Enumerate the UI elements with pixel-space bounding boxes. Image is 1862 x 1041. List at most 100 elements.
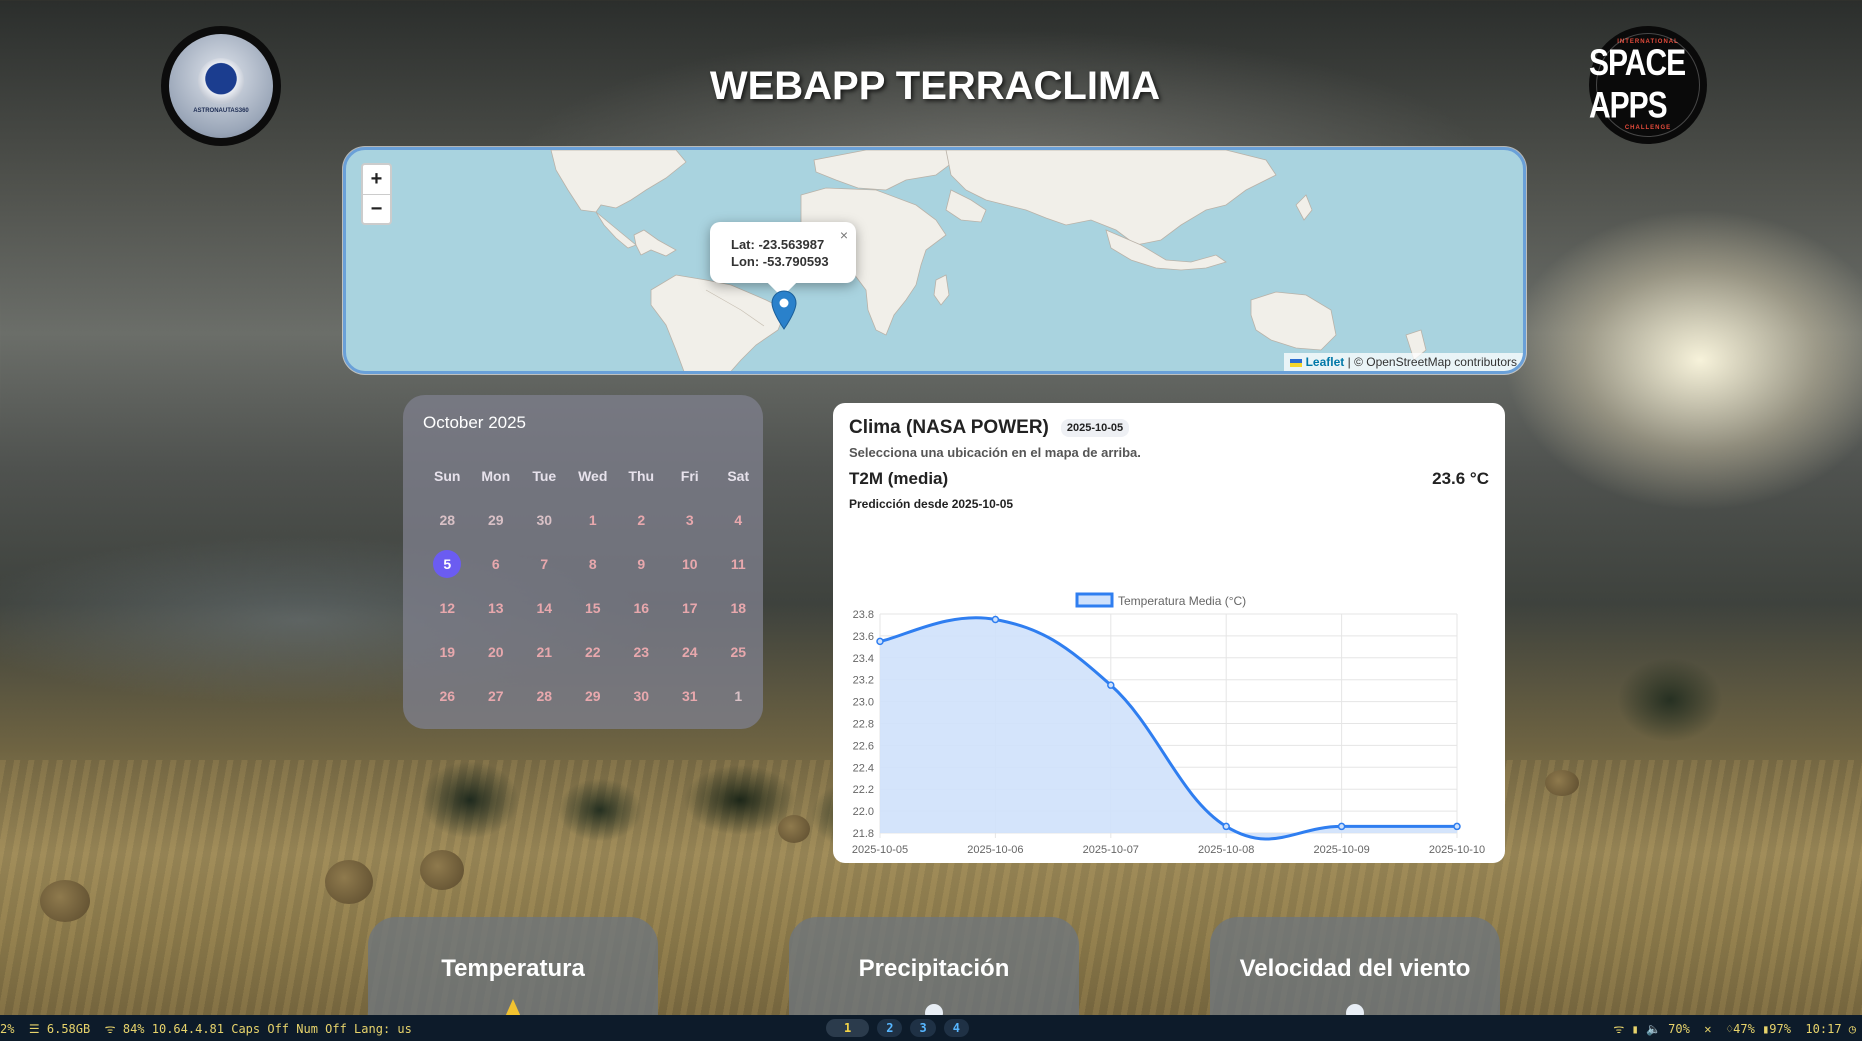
calendar-day-number: 1 <box>588 512 597 528</box>
calendar-day-number: 6 <box>491 556 500 572</box>
calendar-day-number: 30 <box>633 688 650 704</box>
y-tick-label: 22.4 <box>853 762 874 774</box>
calendar-day-number: 20 <box>487 644 504 660</box>
calendar-day[interactable]: 14 <box>520 598 569 642</box>
calendar-day-number: 17 <box>681 600 698 616</box>
calendar-day-number: 23 <box>633 644 650 660</box>
calendar-day-number: 31 <box>681 688 698 704</box>
data-point <box>1222 822 1230 831</box>
calendar-day-number: 27 <box>487 688 504 704</box>
calendar-grid: Sun Mon Tue Wed Thu Fri Sat 28 29 30 1 2 3 4 5 6 7 8 9 10 11… <box>423 466 749 730</box>
calendar-weekday: Mon <box>481 468 511 484</box>
calendar-day-number: 12 <box>439 600 456 616</box>
osm-attribution[interactable]: | © OpenStreetMap contributors <box>1344 355 1517 369</box>
calendar-day[interactable]: 3 <box>666 510 715 554</box>
zoom-in-button[interactable]: + <box>363 165 390 194</box>
calendar-day[interactable]: 15 <box>569 598 618 642</box>
calendar-day[interactable]: 29 <box>569 686 618 730</box>
calendar-day[interactable]: 8 <box>569 554 618 598</box>
data-point <box>1453 822 1461 831</box>
calendar-day-number: 10 <box>681 556 698 572</box>
calendar-day[interactable]: 18 <box>714 598 763 642</box>
calendar-day-number: 8 <box>588 556 597 572</box>
workspace-2[interactable]: 2 <box>877 1019 903 1037</box>
climate-hint: Selecciona una ubicación en el mapa de a… <box>849 445 1141 460</box>
calendar-day[interactable]: 13 <box>472 598 521 642</box>
calendar-day[interactable]: 17 <box>666 598 715 642</box>
calendar-day-number: 3 <box>685 512 694 528</box>
zoom-out-button[interactable]: − <box>363 194 390 223</box>
calendar-day-number: 26 <box>439 688 456 704</box>
calendar-day[interactable]: 25 <box>714 642 763 686</box>
x-tick-label: 2025-10-06 <box>967 844 1023 856</box>
calendar-day[interactable]: 6 <box>472 554 521 598</box>
calendar-day-selected[interactable]: 5 <box>423 550 472 598</box>
data-point <box>876 637 884 646</box>
calendar-day-number: 29 <box>584 688 601 704</box>
calendar-day[interactable]: 27 <box>472 686 521 730</box>
world-map[interactable]: + − × Lat: -23.563987 Lon: -53.790593 Le… <box>343 147 1526 374</box>
calendar-day[interactable]: 28 <box>520 686 569 730</box>
calendar-day[interactable]: 30 <box>617 686 666 730</box>
calendar-day[interactable]: 4 <box>714 510 763 554</box>
calendar-day-number: 29 <box>487 512 504 528</box>
popup-lon: Lon: -53.790593 <box>731 254 829 269</box>
background-bale <box>40 880 90 922</box>
calendar-day[interactable]: 29 <box>472 510 521 554</box>
calendar-day[interactable]: 20 <box>472 642 521 686</box>
map-attribution: Leaflet | © OpenStreetMap contributors <box>1284 353 1523 371</box>
calendar-day[interactable]: 31 <box>666 686 715 730</box>
calendar-day[interactable]: 28 <box>423 510 472 554</box>
calendar-day-number: 9 <box>637 556 646 572</box>
calendar-day-number: 5 <box>433 550 462 578</box>
calendar-day[interactable]: 23 <box>617 642 666 686</box>
zoom-control: + − <box>361 163 392 225</box>
leaflet-link[interactable]: Leaflet <box>1306 355 1345 369</box>
calendar-day[interactable]: 12 <box>423 598 472 642</box>
background-tree <box>1590 640 1750 770</box>
series-area <box>880 617 1457 839</box>
x-tick-label: 2025-10-10 <box>1429 844 1485 856</box>
background-bale <box>778 815 810 843</box>
calendar-day[interactable]: 26 <box>423 686 472 730</box>
y-tick-label: 23.2 <box>853 675 874 687</box>
calendar-day[interactable]: 7 <box>520 554 569 598</box>
legend-label: Temperatura Media (°C) <box>1118 594 1246 608</box>
calendar-day[interactable]: 1 <box>714 686 763 730</box>
calendar-day[interactable]: 10 <box>666 554 715 598</box>
taskbar-status-left: 2% ☰ 6.58GB ᯤ 84% 10.64.4.81 Caps Off Nu… <box>0 1021 412 1036</box>
x-tick-label: 2025-10-07 <box>1083 844 1139 856</box>
calendar-day[interactable]: 9 <box>617 554 666 598</box>
calendar-day[interactable]: 11 <box>714 554 763 598</box>
calendar-day[interactable]: 16 <box>617 598 666 642</box>
calendar-day-number: 22 <box>584 644 601 660</box>
y-tick-label: 22.0 <box>853 806 874 818</box>
climate-panel: Clima (NASA POWER) 2025-10-05 Selecciona… <box>833 403 1505 863</box>
calendar-day[interactable]: 21 <box>520 642 569 686</box>
y-tick-label: 23.0 <box>853 697 874 709</box>
legend-swatch <box>1075 592 1114 608</box>
calendar-day[interactable]: 22 <box>569 642 618 686</box>
calendar-day[interactable]: 19 <box>423 642 472 686</box>
y-tick-label: 22.8 <box>853 719 874 731</box>
map-pin-icon[interactable] <box>771 290 797 330</box>
workspace-4[interactable]: 4 <box>943 1019 969 1037</box>
calendar-weekday: Fri <box>680 468 699 484</box>
calendar-day[interactable]: 1 <box>569 510 618 554</box>
x-tick-label: 2025-10-09 <box>1313 844 1369 856</box>
calendar-day[interactable]: 30 <box>520 510 569 554</box>
x-tick-label: 2025-10-08 <box>1198 844 1254 856</box>
calendar-day[interactable]: 2 <box>617 510 666 554</box>
calendar-day[interactable]: 24 <box>666 642 715 686</box>
y-tick-label: 21.8 <box>853 828 874 840</box>
calendar-day-number: 28 <box>439 512 456 528</box>
calendar-day-number: 19 <box>439 644 456 660</box>
date-badge: 2025-10-05 <box>1060 419 1130 437</box>
data-point <box>1107 681 1115 689</box>
popup-lat: Lat: -23.563987 <box>731 237 825 252</box>
taskbar-status-right: ᯤ ▮ 🔈 70% ✕ ♢47% ▮97% 10:17 ◷ <box>1613 1021 1856 1036</box>
workspace-1[interactable]: 1 <box>826 1019 870 1037</box>
workspace-3[interactable]: 3 <box>910 1019 936 1037</box>
workspace-switcher: 1 2 3 4 <box>826 1019 969 1037</box>
calendar-weekday: Wed <box>578 468 608 484</box>
